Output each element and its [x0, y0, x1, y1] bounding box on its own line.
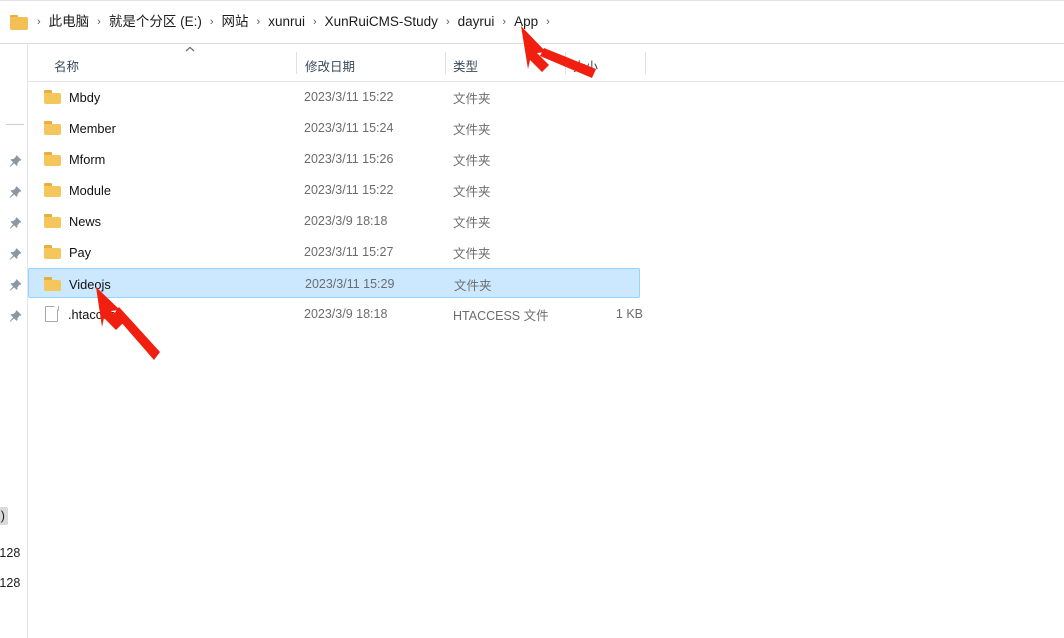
breadcrumb-item-xunruicms-study[interactable]: XunRuiCMS-Study — [323, 13, 440, 31]
sort-ascending-caret-icon — [185, 46, 195, 54]
file-name-label: Member — [69, 120, 116, 136]
file-date-cell: 2023/3/11 15:27 — [304, 245, 394, 259]
folder-icon — [44, 277, 61, 291]
pin-icon[interactable] — [7, 154, 23, 170]
file-type-cell: 文件夹 — [453, 246, 491, 261]
column-divider[interactable] — [445, 52, 446, 74]
file-date-cell: 2023/3/11 15:29 — [305, 277, 395, 291]
column-divider[interactable] — [565, 52, 566, 74]
file-name-cell[interactable]: Mform — [44, 144, 105, 174]
file-name-cell[interactable]: Module — [44, 175, 111, 205]
breadcrumb-separator[interactable]: › — [307, 16, 323, 28]
file-type-cell: 文件夹 — [453, 215, 491, 230]
file-date-cell: 2023/3/11 15:22 — [304, 183, 394, 197]
breadcrumb-separator[interactable]: › — [31, 16, 47, 28]
file-icon — [45, 305, 59, 323]
file-size-cell: 1 KB — [615, 307, 643, 321]
folder-icon — [44, 214, 61, 228]
table-row[interactable]: .htaccess 2023/3/9 18:18 HTACCESS 文件 1 K… — [28, 299, 643, 329]
pin-icon[interactable] — [7, 309, 23, 325]
file-size-cell — [548, 82, 643, 112]
file-name-cell[interactable]: News — [44, 206, 101, 236]
folder-icon — [44, 90, 61, 104]
breadcrumb-separator[interactable]: › — [91, 16, 107, 28]
file-name-label: Module — [69, 182, 111, 198]
file-name-label: Videojs — [69, 276, 111, 292]
breadcrumb-separator[interactable]: › — [204, 16, 220, 28]
file-type-cell: 文件夹 — [453, 153, 491, 168]
pin-icon[interactable] — [7, 247, 23, 263]
breadcrumb-item-app[interactable]: App — [512, 13, 540, 31]
file-type-cell: HTACCESS 文件 — [453, 308, 549, 323]
file-size-cell — [548, 206, 643, 236]
file-list[interactable]: Mbdy 2023/3/11 15:22 文件夹 Member 2023/3/1… — [28, 82, 1064, 638]
pin-icon[interactable] — [7, 216, 23, 232]
column-header-date-modified[interactable]: 修改日期 — [305, 56, 355, 75]
folder-icon — [44, 183, 61, 197]
file-type-cell: 文件夹 — [453, 91, 491, 106]
file-date-cell: 2023/3/9 18:18 — [304, 214, 388, 228]
navigation-pane-rail[interactable]: ) E:) 7.128 7.128 — [0, 44, 28, 638]
breadcrumb-item-website[interactable]: 网站 — [220, 13, 251, 31]
table-row[interactable]: News 2023/3/9 18:18 文件夹 — [28, 206, 640, 236]
file-name-cell[interactable]: Pay — [44, 237, 91, 267]
file-size-cell — [548, 144, 643, 174]
file-date-cell: 2023/3/11 15:22 — [304, 90, 394, 104]
file-size-cell — [548, 237, 643, 267]
breadcrumb-item-dayrui[interactable]: dayrui — [456, 13, 497, 31]
rail-item-network-host-1[interactable]: 7.128 — [0, 544, 23, 562]
table-row[interactable]: Member 2023/3/11 15:24 文件夹 — [28, 113, 640, 143]
pin-icon[interactable] — [7, 185, 23, 201]
breadcrumb-separator[interactable]: › — [540, 16, 556, 28]
column-header-name[interactable]: 名称 — [54, 56, 79, 75]
breadcrumb-item-this-pc[interactable]: 此电脑 — [47, 13, 92, 31]
column-header-row[interactable]: 名称 修改日期 类型 大小 — [28, 44, 1064, 82]
file-name-label: .htaccess — [68, 306, 123, 322]
file-name-cell[interactable]: .htaccess — [44, 299, 122, 329]
column-header-type[interactable]: 类型 — [453, 56, 478, 75]
file-size-cell — [548, 175, 643, 205]
file-name-label: Pay — [69, 244, 92, 260]
file-size-cell — [549, 269, 644, 299]
column-header-size[interactable]: 大小 — [573, 56, 598, 75]
folder-icon — [10, 14, 28, 30]
breadcrumb-separator[interactable]: › — [496, 16, 512, 28]
file-date-cell: 2023/3/9 18:18 — [304, 307, 388, 321]
rail-item-drive-e[interactable]: E:) — [0, 507, 8, 525]
breadcrumb-separator[interactable]: › — [440, 16, 456, 28]
column-divider[interactable] — [296, 52, 297, 74]
file-size-cell — [548, 113, 643, 143]
breadcrumb-item-xunrui[interactable]: xunrui — [266, 13, 307, 31]
folder-icon — [44, 121, 61, 135]
file-type-cell: 文件夹 — [453, 122, 491, 137]
table-row-selected[interactable]: Videojs 2023/3/11 15:29 文件夹 — [28, 268, 640, 298]
address-bar[interactable]: › 此电脑 › 就是个分区 (E:) › 网站 › xunrui › XunRu… — [0, 0, 1064, 44]
file-name-label: Mbdy — [69, 89, 101, 105]
rail-item-network-host-2[interactable]: 7.128 — [0, 574, 23, 592]
file-name-label: News — [69, 213, 101, 229]
file-name-cell[interactable]: Member — [44, 113, 116, 143]
file-date-cell: 2023/3/11 15:26 — [304, 152, 394, 166]
folder-icon — [44, 152, 61, 166]
file-name-cell[interactable]: Mbdy — [44, 82, 100, 112]
folder-icon — [44, 245, 61, 259]
rail-divider — [6, 124, 24, 125]
table-row[interactable]: Pay 2023/3/11 15:27 文件夹 — [28, 237, 640, 267]
table-row[interactable]: Module 2023/3/11 15:22 文件夹 — [28, 175, 640, 205]
file-date-cell: 2023/3/11 15:24 — [304, 121, 394, 135]
breadcrumb-separator[interactable]: › — [251, 16, 267, 28]
pin-icon[interactable] — [7, 278, 23, 294]
file-name-label: Mform — [69, 151, 106, 167]
file-name-cell[interactable]: Videojs — [44, 269, 111, 299]
file-type-cell: 文件夹 — [454, 278, 492, 293]
file-type-cell: 文件夹 — [453, 184, 491, 199]
breadcrumb-item-drive-e[interactable]: 就是个分区 (E:) — [107, 13, 204, 31]
table-row[interactable]: Mform 2023/3/11 15:26 文件夹 — [28, 144, 640, 174]
table-row[interactable]: Mbdy 2023/3/11 15:22 文件夹 — [28, 82, 640, 112]
column-divider[interactable] — [645, 52, 646, 74]
